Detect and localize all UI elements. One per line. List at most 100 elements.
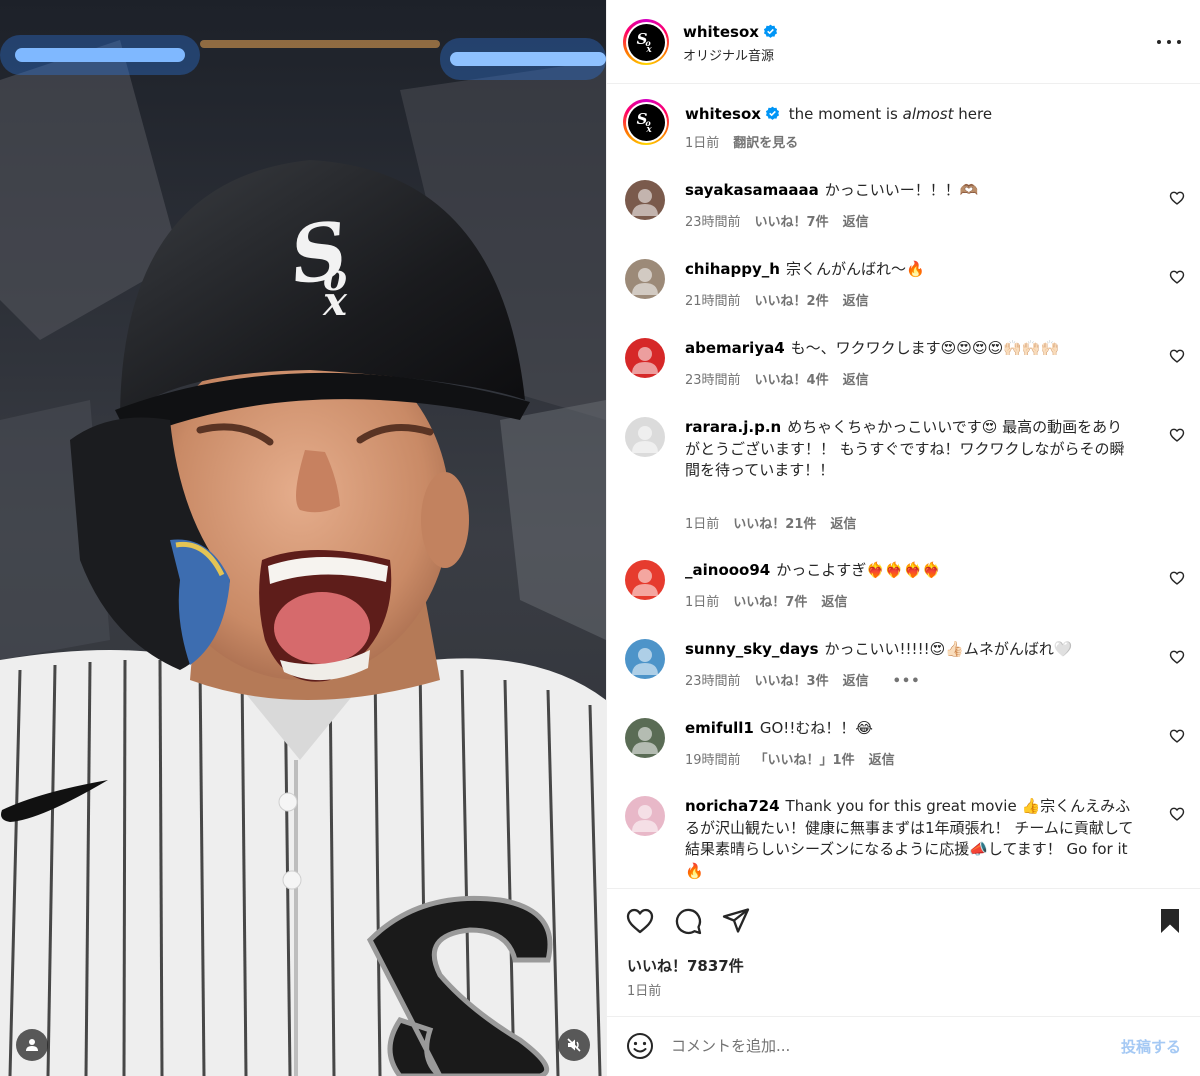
avatar-placeholder-icon — [632, 569, 658, 596]
video-frame-illustration: S o x — [0, 0, 606, 1076]
post-date[interactable]: 1日前 — [627, 980, 661, 999]
post-comment-button[interactable]: 投稿する — [1121, 1036, 1181, 1057]
comment-bubble-icon[interactable] — [673, 906, 703, 936]
saved-bookmark-icon[interactable] — [1155, 906, 1185, 936]
post-video[interactable]: S o x — [0, 0, 606, 1076]
comment-meta: 23時間前 いいね！3件 返信 ••• — [685, 670, 921, 689]
whitesox-logo-icon: S o x — [637, 30, 653, 55]
caption-time[interactable]: 1日前 — [685, 136, 719, 151]
comment-username[interactable]: emifull1 — [685, 719, 754, 737]
caption-avatar[interactable]: S o x — [623, 99, 669, 145]
svg-text:x: x — [645, 125, 652, 135]
comment-time[interactable]: 1日前 — [685, 595, 719, 610]
post-header: S o x whitesox オリジナル音源 — [607, 0, 1200, 84]
comment-options-button[interactable]: ••• — [893, 674, 921, 689]
like-heart-icon[interactable] — [625, 906, 655, 936]
svg-text:x: x — [645, 45, 652, 55]
caption-text: whitesox the moment is almost here — [685, 104, 1175, 126]
comment-like-count[interactable]: いいね！4件 — [755, 373, 829, 388]
comment-meta: 19時間前 「いいね！」1件 返信 — [685, 749, 895, 768]
commenter-avatar[interactable] — [625, 417, 665, 457]
comment-body: GO!!むね！！😂 — [759, 719, 873, 737]
mute-toggle-button[interactable] — [558, 1029, 590, 1061]
commenter-avatar[interactable] — [625, 259, 665, 299]
comment-text: emifull1 GO!!むね！！😂 — [685, 718, 1137, 740]
reply-button[interactable]: 返信 — [869, 753, 895, 768]
caption-meta: 1日前 翻訳を見る — [685, 132, 798, 151]
comment-body: かっこよすぎ❤️‍🔥❤️‍🔥❤️‍🔥❤️‍🔥 — [776, 561, 941, 579]
comment-time[interactable]: 23時間前 — [685, 215, 741, 230]
comment-like-heart-icon[interactable] — [1169, 190, 1185, 206]
speaker-muted-icon — [567, 1038, 581, 1052]
comment-username[interactable]: _ainooo94 — [685, 561, 770, 579]
comment-like-count[interactable]: いいね！7件 — [733, 595, 807, 610]
caption-username[interactable]: whitesox — [685, 105, 761, 123]
comment-username[interactable]: rarara.j.p.n — [685, 418, 781, 436]
comment-username[interactable]: chihappy_h — [685, 260, 780, 278]
comment-text: sayakasamaaaa かっこいいー！！！🫶🏽 — [685, 180, 1137, 202]
comment-like-count[interactable]: 「いいね！」1件 — [755, 753, 855, 768]
tagged-users-button[interactable] — [16, 1029, 48, 1061]
reply-button[interactable]: 返信 — [830, 517, 856, 532]
comments-list[interactable]: S o x whitesox the moment is almost here… — [607, 85, 1200, 888]
commenter-avatar[interactable] — [625, 796, 665, 836]
dot-icon — [1167, 40, 1171, 44]
comment-time[interactable]: 21時間前 — [685, 294, 741, 309]
comment-meta: 23時間前 いいね！7件 返信 — [685, 211, 869, 230]
post-actions: いいね！7837件 1日前 — [607, 888, 1200, 1016]
comment-text: rarara.j.p.n めちゃくちゃかっこいいです😍 最高の動画をありがとうござ… — [685, 417, 1137, 482]
comment-like-count[interactable]: いいね！7件 — [755, 215, 829, 230]
comment-time[interactable]: 1日前 — [685, 517, 719, 532]
comment-like-count[interactable]: いいね！2件 — [755, 294, 829, 309]
more-options-button[interactable] — [1157, 32, 1181, 52]
dot-icon — [1157, 40, 1161, 44]
verified-badge-icon — [765, 106, 780, 126]
avatar-placeholder-icon — [632, 268, 658, 295]
caption-italic: almost — [902, 105, 954, 123]
emoji-smiley-icon[interactable] — [625, 1031, 655, 1061]
reply-button[interactable]: 返信 — [843, 215, 869, 230]
reply-button[interactable]: 返信 — [821, 595, 847, 610]
comment-like-heart-icon[interactable] — [1169, 570, 1185, 586]
comment-username[interactable]: abemariya4 — [685, 339, 785, 357]
reply-button[interactable]: 返信 — [843, 674, 869, 689]
comment-text: noricha724 Thank you for this great movie… — [685, 796, 1137, 882]
comment-like-heart-icon[interactable] — [1169, 728, 1185, 744]
comment-username[interactable]: sunny_sky_days — [685, 640, 819, 658]
comment-input[interactable] — [671, 1033, 1091, 1059]
comment-text: sunny_sky_days かっこいい!!!!!😍👍🏻ムネがんばれ🤍 — [685, 639, 1137, 661]
commenter-avatar[interactable] — [625, 180, 665, 220]
comment-username[interactable]: sayakasamaaaa — [685, 181, 819, 199]
commenter-avatar[interactable] — [625, 338, 665, 378]
commenter-avatar[interactable] — [625, 639, 665, 679]
account-name-row: whitesox — [683, 22, 778, 43]
comment-time[interactable]: 23時間前 — [685, 674, 741, 689]
like-count[interactable]: いいね！7837件 — [627, 955, 744, 976]
verified-badge-icon — [763, 24, 778, 43]
commenter-avatar[interactable] — [625, 560, 665, 600]
comment-time[interactable]: 23時間前 — [685, 373, 741, 388]
comment-text: abemariya4 も〜、ワクワクします😍😍😍😍🙌🏻🙌🏻🙌🏻 — [685, 338, 1137, 360]
comment-body: かっこいい!!!!!😍👍🏻ムネがんばれ🤍 — [824, 640, 1073, 658]
share-paper-plane-icon[interactable] — [721, 906, 751, 936]
comment-like-heart-icon[interactable] — [1169, 348, 1185, 364]
translate-button[interactable]: 翻訳を見る — [733, 136, 798, 151]
comment-meta: 23時間前 いいね！4件 返信 — [685, 369, 869, 388]
comment-like-heart-icon[interactable] — [1169, 269, 1185, 285]
comment-like-count[interactable]: いいね！3件 — [755, 674, 829, 689]
svg-text:x: x — [322, 278, 348, 325]
comment-like-heart-icon[interactable] — [1169, 427, 1185, 443]
account-avatar[interactable]: S o x — [623, 19, 669, 65]
reply-button[interactable]: 返信 — [843, 373, 869, 388]
comment-time[interactable]: 19時間前 — [685, 753, 741, 768]
comment-username[interactable]: noricha724 — [685, 797, 780, 815]
audio-label[interactable]: オリジナル音源 — [683, 45, 774, 64]
caption-body-end: here — [953, 105, 993, 123]
comment-like-count[interactable]: いいね！21件 — [733, 517, 816, 532]
comment-like-heart-icon[interactable] — [1169, 806, 1185, 822]
avatar-placeholder-icon — [632, 727, 658, 754]
commenter-avatar[interactable] — [625, 718, 665, 758]
reply-button[interactable]: 返信 — [843, 294, 869, 309]
account-username[interactable]: whitesox — [683, 23, 759, 41]
comment-like-heart-icon[interactable] — [1169, 649, 1185, 665]
